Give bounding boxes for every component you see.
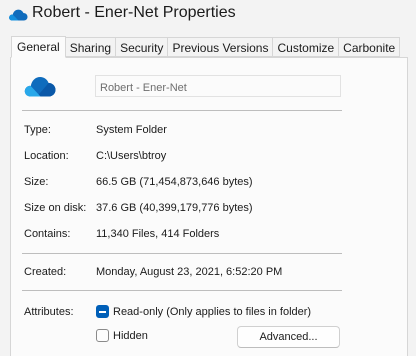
onedrive-cloud-icon [9,9,28,21]
size-on-disk-label: Size on disk: [24,202,87,214]
tab-general[interactable]: General [11,36,66,58]
location-value: C:\Users\btroy [96,150,167,162]
tab-carbonite[interactable]: Carbonite [339,37,401,57]
contains-label: Contains: [24,228,71,240]
readonly-checkbox[interactable] [96,305,109,318]
folder-name-field[interactable] [95,75,341,97]
contains-value: 11,340 Files, 414 Folders [96,228,220,240]
onedrive-cloud-icon [24,77,56,97]
properties-window: Robert - Ener-Net Properties General Sha… [0,0,416,356]
divider [22,253,342,254]
size-value: 66.5 GB (71,454,873,646 bytes) [96,176,253,188]
title-bar: Robert - Ener-Net Properties [0,0,416,32]
divider [22,110,342,111]
readonly-label[interactable]: Read-only (Only applies to files in fold… [113,306,311,318]
tab-security[interactable]: Security [116,37,169,57]
location-label: Location: [24,150,69,162]
type-value: System Folder [96,124,167,136]
tab-customize[interactable]: Customize [273,37,340,57]
tab-strip: General Sharing Security Previous Versio… [11,36,401,58]
advanced-button[interactable]: Advanced... [237,326,340,348]
size-label: Size: [24,176,49,188]
hidden-checkbox[interactable] [96,329,109,342]
size-on-disk-value: 37.6 GB (40,399,179,776 bytes) [96,202,253,214]
created-value: Monday, August 23, 2021, 6:52:20 PM [96,266,283,278]
tab-previous-versions[interactable]: Previous Versions [168,37,274,57]
type-label: Type: [24,124,51,136]
tab-sharing[interactable]: Sharing [65,37,117,57]
divider [22,290,342,291]
window-title: Robert - Ener-Net Properties [32,4,236,21]
attributes-label: Attributes: [24,306,74,318]
hidden-label[interactable]: Hidden [113,330,148,342]
created-label: Created: [24,266,67,278]
